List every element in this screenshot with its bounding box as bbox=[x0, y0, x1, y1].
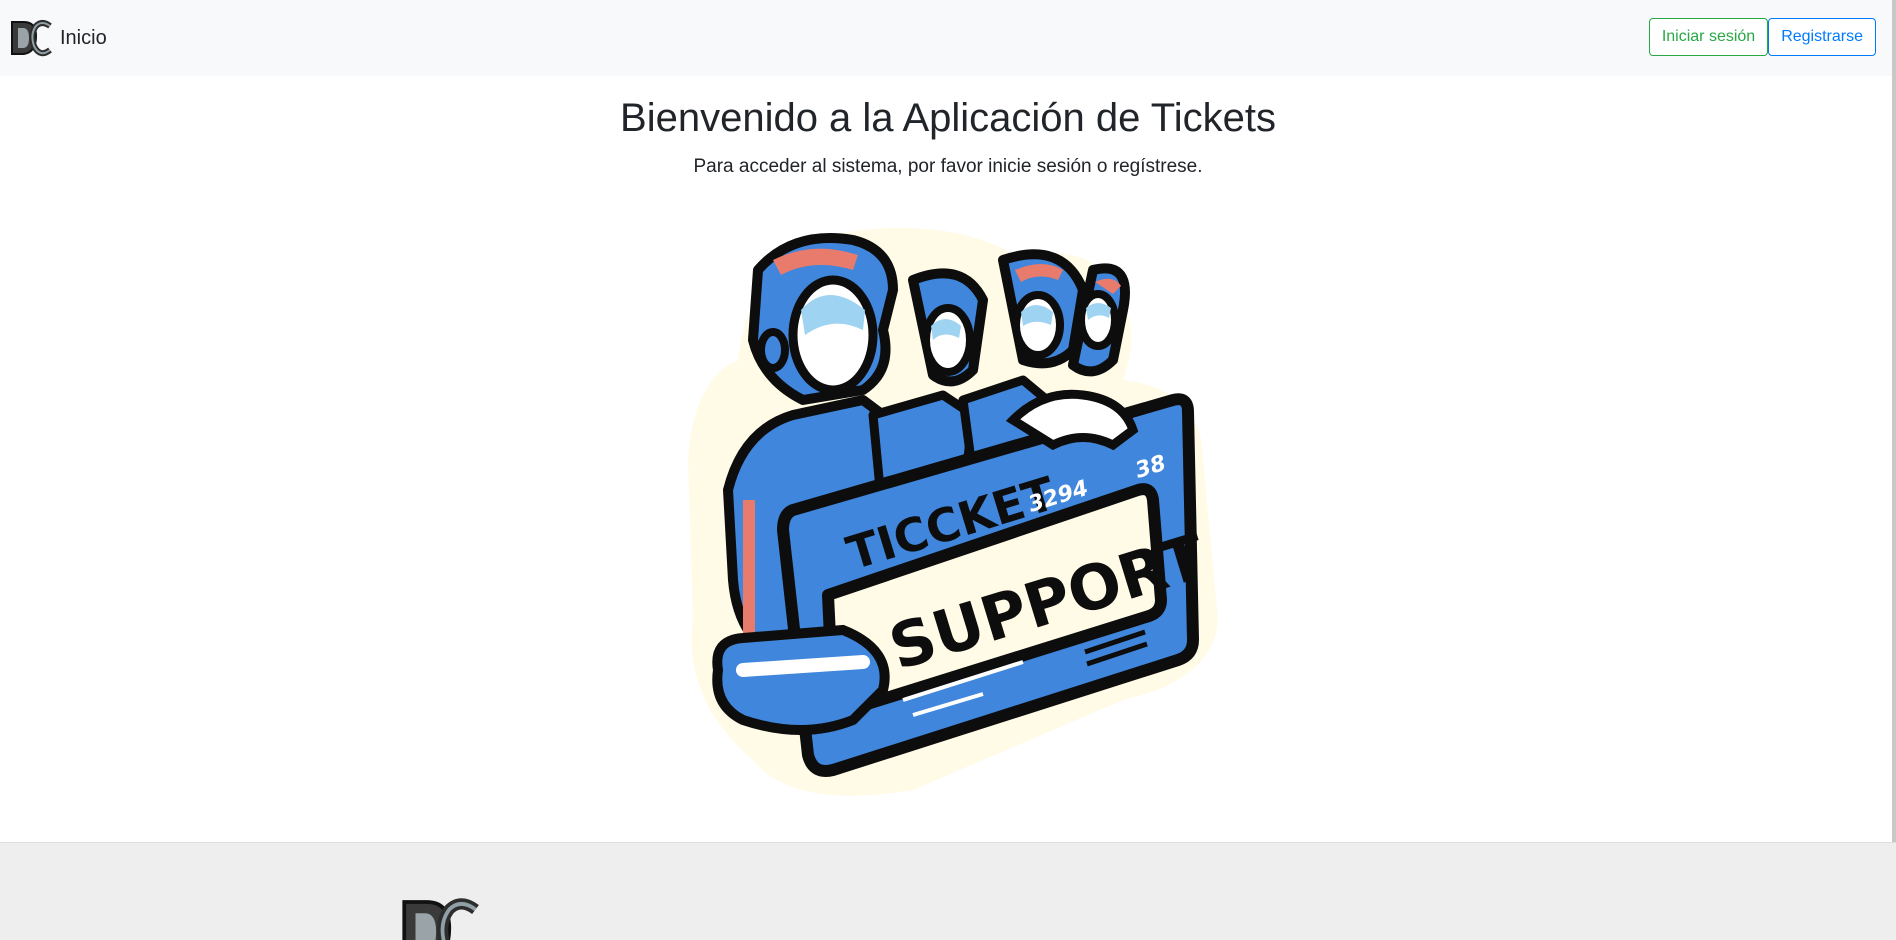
ticket-support-illustration-icon: TICCKET 3294 38 SUPPORT bbox=[688, 228, 1218, 796]
page-title: Bienvenido a la Aplicación de Tickets bbox=[620, 96, 1276, 140]
main-content: Bienvenido a la Aplicación de Tickets Pa… bbox=[0, 76, 1896, 842]
dc-logo-icon bbox=[402, 898, 479, 940]
auth-buttons: Iniciar sesión Registrarse bbox=[1648, 18, 1876, 56]
dc-logo-icon bbox=[11, 20, 52, 57]
brand-home-link[interactable]: Inicio bbox=[6, 14, 107, 62]
vertical-scrollbar[interactable] bbox=[1892, 0, 1896, 842]
register-button[interactable]: Registrarse bbox=[1768, 18, 1876, 56]
footer bbox=[0, 842, 1896, 940]
brand-label: Inicio bbox=[60, 26, 107, 49]
page: Inicio Iniciar sesión Registrarse Bienve… bbox=[0, 0, 1896, 940]
page-subtitle: Para acceder al sistema, por favor inici… bbox=[693, 156, 1203, 177]
login-button[interactable]: Iniciar sesión bbox=[1648, 18, 1769, 56]
navbar: Inicio Iniciar sesión Registrarse bbox=[0, 0, 1896, 76]
